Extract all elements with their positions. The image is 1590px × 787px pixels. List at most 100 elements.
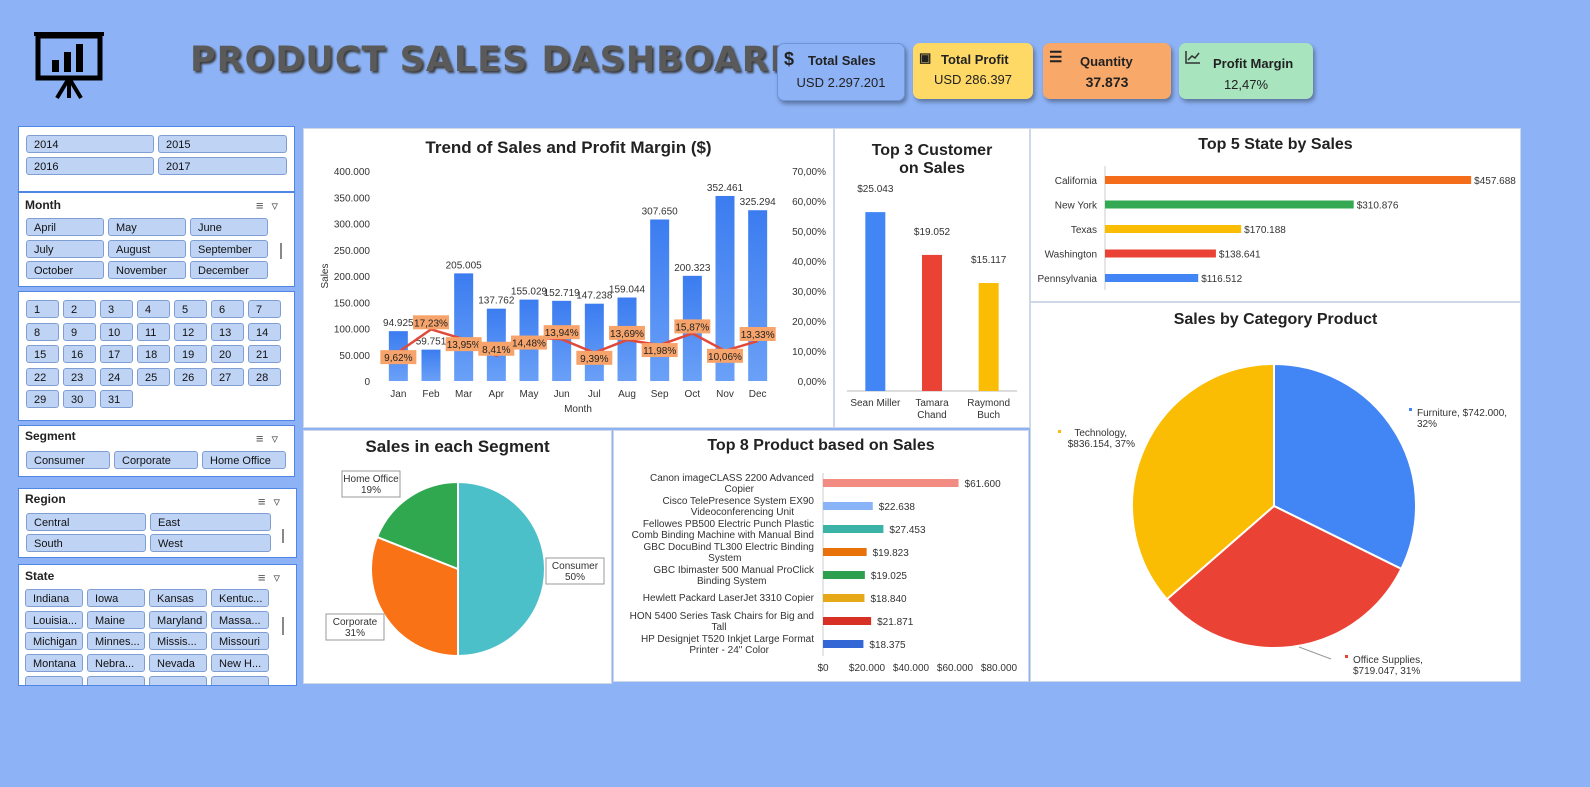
- slicer-item-may[interactable]: May: [108, 218, 186, 236]
- slicer-item-september[interactable]: September: [190, 239, 268, 258]
- clear-filter-icon[interactable]: ▿: [273, 570, 288, 585]
- slicer-item-june[interactable]: June: [190, 218, 268, 236]
- slicer-scrollbar[interactable]: [280, 243, 282, 259]
- slicer-item-nevada[interactable]: Nevada: [149, 653, 207, 672]
- slicer-item-15[interactable]: 15: [26, 345, 59, 363]
- slicer-item-31[interactable]: 31: [100, 390, 133, 408]
- slicer-item-minnes[interactable]: Minnes...: [87, 632, 145, 650]
- trend-chart-panel: Trend of Sales and Profit Margin ($) 0 50…: [303, 128, 834, 428]
- slicer-item-9[interactable]: 9: [63, 322, 96, 341]
- slicer-item-13[interactable]: 13: [211, 322, 244, 341]
- slicer-item-12[interactable]: 12: [174, 322, 207, 341]
- bar: [1105, 176, 1472, 184]
- slicer-item-2016[interactable]: 2016: [26, 157, 154, 175]
- slicer-item-west[interactable]: West: [150, 534, 271, 552]
- slicer-item-montana[interactable]: Montana: [25, 653, 83, 672]
- category-pie-panel: Sales by Category Product Furniture, $74…: [1030, 302, 1521, 682]
- slicer-item-6[interactable]: 6: [211, 300, 244, 318]
- slicer-item-michigan[interactable]: Michigan: [25, 632, 83, 650]
- slicer-item-november[interactable]: November: [108, 261, 186, 279]
- bar: [823, 479, 959, 487]
- y-tick-label: Pennsylvania: [1038, 274, 1098, 285]
- slicer-item-partial[interactable]: [25, 676, 83, 685]
- slicer-item-2[interactable]: 2: [63, 300, 96, 318]
- segment-slicer: Segment ≡▿ Consumer Corporate Home Offic…: [18, 425, 295, 477]
- slicer-item-2014[interactable]: 2014: [26, 135, 154, 153]
- dollar-icon: $: [784, 49, 795, 69]
- slicer-item-april[interactable]: April: [26, 218, 104, 236]
- slicer-item-consumer[interactable]: Consumer: [26, 451, 110, 469]
- slicer-item-27[interactable]: 27: [211, 367, 244, 386]
- slicer-item-30[interactable]: 30: [63, 390, 96, 408]
- slicer-item-26[interactable]: 26: [174, 367, 207, 386]
- slicer-item-19[interactable]: 19: [174, 345, 207, 363]
- slicer-item-28[interactable]: 28: [248, 367, 281, 386]
- y-tick-label: Fellowes PB500 Electric Punch Plastic: [643, 519, 814, 530]
- slicer-item-1[interactable]: 1: [26, 300, 59, 318]
- slicer-item-20[interactable]: 20: [211, 345, 244, 363]
- slicer-item-22[interactable]: 22: [26, 367, 59, 386]
- slicer-item-29[interactable]: 29: [26, 390, 59, 408]
- slicer-item-8[interactable]: 8: [26, 322, 59, 341]
- slicer-item-corporate[interactable]: Corporate: [114, 451, 198, 469]
- slicer-item-partial[interactable]: [149, 676, 207, 685]
- bar: [454, 273, 474, 381]
- slicer-item-2017[interactable]: 2017: [158, 157, 287, 175]
- kpi-label: Total Profit: [941, 52, 1009, 67]
- y-tick-label: Canon imageCLASS 2200 Advanced: [650, 473, 814, 484]
- slicer-item-16[interactable]: 16: [63, 345, 96, 363]
- slicer-item-massa[interactable]: Massa...: [211, 610, 269, 629]
- slicer-item-24[interactable]: 24: [100, 367, 133, 386]
- y-tick-label: HON 5400 Series Task Chairs for Big and: [630, 611, 814, 622]
- multi-select-icon[interactable]: ≡: [256, 431, 272, 446]
- slicer-item-7[interactable]: 7: [248, 300, 281, 318]
- slicer-item-5[interactable]: 5: [174, 300, 207, 318]
- slicer-item-new-h[interactable]: New H...: [211, 653, 269, 672]
- slicer-item-18[interactable]: 18: [137, 345, 170, 363]
- slicer-item-iowa[interactable]: Iowa: [87, 589, 145, 607]
- slicer-item-central[interactable]: Central: [26, 513, 146, 531]
- slicer-item-nebra[interactable]: Nebra...: [87, 653, 145, 672]
- slicer-item-missouri[interactable]: Missouri: [211, 632, 269, 650]
- slicer-item-23[interactable]: 23: [63, 367, 96, 386]
- leader-line: [1298, 646, 1332, 660]
- slicer-item-december[interactable]: December: [190, 261, 268, 279]
- state-slicer: State ≡▿ Indiana Iowa Kansas Kentuc... Louis…: [18, 564, 297, 686]
- kpi-label: Quantity: [1080, 54, 1133, 69]
- legend-marker: [1409, 408, 1412, 411]
- slicer-item-3[interactable]: 3: [100, 300, 133, 318]
- slicer-item-august[interactable]: August: [108, 239, 186, 258]
- slicer-item-partial[interactable]: [211, 676, 269, 685]
- line-data-label: 10,06%: [708, 352, 742, 363]
- slicer-item-east[interactable]: East: [150, 513, 271, 531]
- slicer-item-kentuc[interactable]: Kentuc...: [211, 589, 269, 607]
- slicer-item-maine[interactable]: Maine: [87, 610, 145, 629]
- slicer-item-home-office[interactable]: Home Office: [202, 451, 286, 469]
- slicer-item-indiana[interactable]: Indiana: [25, 589, 83, 607]
- slicer-item-11[interactable]: 11: [137, 322, 170, 341]
- slicer-scrollbar[interactable]: [282, 617, 284, 635]
- slicer-item-missis[interactable]: Missis...: [149, 632, 207, 650]
- multi-select-icon[interactable]: ≡: [256, 198, 272, 213]
- clear-filter-icon[interactable]: ▿: [271, 198, 286, 213]
- slicer-item-2015[interactable]: 2015: [158, 135, 287, 153]
- slicer-item-14[interactable]: 14: [248, 322, 281, 341]
- slicer-item-17[interactable]: 17: [100, 345, 133, 363]
- slicer-item-21[interactable]: 21: [248, 345, 281, 363]
- slicer-item-10[interactable]: 10: [100, 322, 133, 341]
- slicer-item-4[interactable]: 4: [137, 300, 170, 318]
- slicer-item-july[interactable]: July: [26, 239, 104, 258]
- slicer-item-louisia[interactable]: Louisia...: [25, 610, 83, 629]
- clear-filter-icon[interactable]: ▿: [271, 431, 286, 446]
- slicer-item-south[interactable]: South: [26, 534, 146, 552]
- slicer-item-25[interactable]: 25: [137, 367, 170, 386]
- slicer-item-maryland[interactable]: Maryland: [149, 610, 207, 629]
- multi-select-icon[interactable]: ≡: [258, 570, 274, 585]
- slicer-scrollbar[interactable]: [282, 529, 284, 543]
- slicer-item-kansas[interactable]: Kansas: [149, 589, 207, 607]
- slicer-item-partial[interactable]: [87, 676, 145, 685]
- slicer-item-october[interactable]: October: [26, 261, 104, 279]
- clear-filter-icon[interactable]: ▿: [273, 494, 288, 509]
- line-data-label: 13,33%: [741, 330, 775, 341]
- multi-select-icon[interactable]: ≡: [258, 494, 274, 509]
